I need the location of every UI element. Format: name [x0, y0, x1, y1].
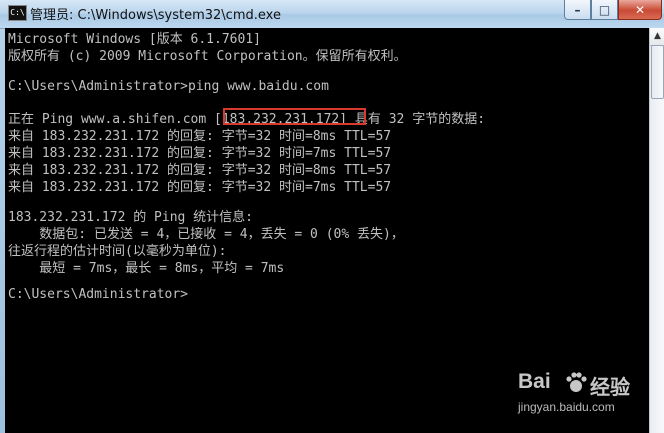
cmd-window: C:\ 管理员: C:\Windows\system32\cmd.exe – □…: [0, 0, 664, 433]
console-line: 来自 183.232.231.172 的回复: 字节=32 时间=8ms TTL…: [8, 163, 392, 178]
console-line: 版权所有 (c) 2009 Microsoft Corporation。保留所有…: [8, 49, 407, 64]
scroll-thumb[interactable]: [651, 45, 664, 99]
console-line: C:\Users\Administrator>: [8, 287, 189, 302]
maximize-button[interactable]: □: [591, 0, 618, 20]
console-line: 来自 183.232.231.172 的回复: 字节=32 时间=7ms TTL…: [8, 146, 392, 161]
console-line: C:\Users\Administrator>ping www.baidu.co…: [8, 79, 329, 94]
minimize-button[interactable]: –: [564, 0, 591, 20]
scroll-up-icon[interactable]: ▲: [650, 28, 664, 46]
console-line: 来自 183.232.231.172 的回复: 字节=32 时间=8ms TTL…: [8, 129, 392, 144]
watermark-url: jingyan.baidu.com: [518, 400, 615, 414]
ip-highlight-box: [223, 108, 366, 125]
cmd-app-icon[interactable]: C:\: [8, 5, 27, 21]
console-line: 来自 183.232.231.172 的回复: 字节=32 时间=7ms TTL…: [8, 180, 392, 195]
watermark-logo-text: Bai: [518, 370, 551, 393]
watermark-jingyan-text: 经验: [590, 375, 630, 399]
console-line: 往返行程的估计时间(以毫秒为单位):: [8, 244, 227, 259]
console-line: 最短 = 7ms，最长 = 8ms，平均 = 7ms: [8, 261, 285, 276]
baidu-jingyan-watermark: Bai 经验 jingyan.baidu.com: [518, 370, 658, 428]
title-bar[interactable]: C:\ 管理员: C:\Windows\system32\cmd.exe – □…: [0, 0, 664, 29]
console-line: Microsoft Windows [版本 6.1.7601]: [8, 32, 261, 47]
paw-icon: [566, 372, 587, 392]
console-line: 183.232.231.172 的 Ping 统计信息:: [8, 210, 254, 225]
close-button[interactable]: ✕: [618, 0, 662, 20]
window-title: 管理员: C:\Windows\system32\cmd.exe: [30, 8, 281, 23]
console-line: 数据包: 已发送 = 4，已接收 = 4，丢失 = 0 (0% 丢失)，: [8, 227, 404, 242]
